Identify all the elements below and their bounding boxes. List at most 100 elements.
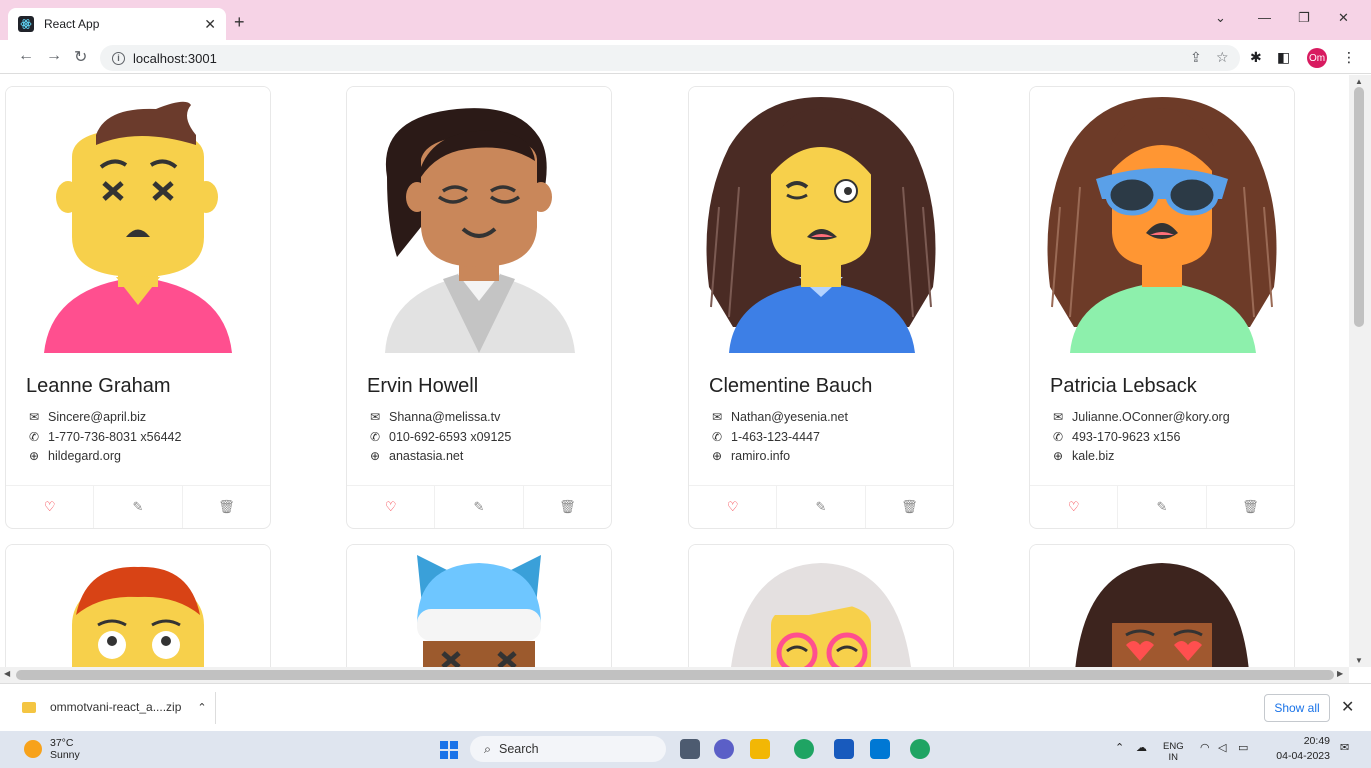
user-card: Clementine Bauch ✉ Nathan@yesenia.net ✆ 1-… xyxy=(688,86,954,529)
volume-icon[interactable]: ◁ xyxy=(1218,741,1226,754)
email-row: ✉ Sincere@april.biz xyxy=(26,410,146,424)
like-heart-icon[interactable]: ♡ xyxy=(1030,486,1117,528)
avatar-illustration xyxy=(347,87,611,362)
battery-icon[interactable]: ▭ xyxy=(1238,741,1248,754)
phone-icon: ✆ xyxy=(369,430,381,444)
new-tab-icon[interactable]: + xyxy=(234,12,245,33)
email-row: ✉ Nathan@yesenia.net xyxy=(709,410,848,424)
avatar-illustration xyxy=(1030,87,1294,362)
browser-toolbar: ← → ↻ i localhost:3001 ⇪ ☆ ✱ ◧ Om ⋮ xyxy=(0,40,1371,74)
scroll-up-icon[interactable]: ▲ xyxy=(1355,77,1363,86)
language-code: ENG xyxy=(1163,741,1184,752)
globe-icon: ⊕ xyxy=(28,449,40,463)
user-email: Shanna@melissa.tv xyxy=(389,410,501,424)
user-card xyxy=(1029,544,1295,667)
download-bar: ommotvani-react_a....zip ⌃ Show all ✕ xyxy=(0,683,1371,731)
h-scroll-thumb[interactable] xyxy=(16,670,1334,680)
react-favicon-icon xyxy=(18,16,34,32)
scroll-thumb[interactable] xyxy=(1354,87,1364,327)
like-heart-icon[interactable]: ♡ xyxy=(6,486,93,528)
file-explorer-icon[interactable] xyxy=(750,739,770,759)
phone-icon: ✆ xyxy=(28,430,40,444)
teams-chat-icon[interactable] xyxy=(714,739,734,759)
edit-pencil-icon[interactable]: ✎ xyxy=(776,486,864,528)
word-icon[interactable] xyxy=(834,739,854,759)
website-row: ⊕ anastasia.net xyxy=(367,449,463,463)
tray-chevron-up-icon[interactable]: ⌃ xyxy=(1115,741,1124,754)
edit-pencil-icon[interactable]: ✎ xyxy=(434,486,522,528)
menu-icon[interactable]: ⋮ xyxy=(1342,49,1356,66)
edit-pencil-icon[interactable]: ✎ xyxy=(93,486,181,528)
profile-avatar[interactable]: Om xyxy=(1307,48,1327,68)
download-item[interactable]: ommotvani-react_a....zip ⌃ xyxy=(22,700,207,714)
scroll-down-icon[interactable]: ▼ xyxy=(1355,656,1363,665)
user-phone: 1-463-123-4447 xyxy=(731,430,820,444)
chrome-profile-icon[interactable] xyxy=(910,739,930,759)
minimize-icon[interactable]: — xyxy=(1258,10,1271,25)
bookmark-star-icon[interactable]: ☆ xyxy=(1216,49,1229,66)
back-icon[interactable]: ← xyxy=(18,47,34,65)
user-phone: 010-692-6593 x09125 xyxy=(389,430,512,444)
search-label: Search xyxy=(499,742,539,756)
wifi-icon[interactable]: ◠ xyxy=(1200,741,1210,754)
window-close-icon[interactable]: ✕ xyxy=(1338,10,1349,26)
phone-row: ✆ 1-463-123-4447 xyxy=(709,430,820,444)
share-icon[interactable]: ⇪ xyxy=(1190,49,1202,66)
chevron-up-icon[interactable]: ⌃ xyxy=(197,701,206,714)
notifications-icon[interactable]: ✉ xyxy=(1340,741,1349,754)
language-indicator[interactable]: ENG IN xyxy=(1163,741,1184,763)
email-row: ✉ Shanna@melissa.tv xyxy=(367,410,500,424)
mail-icon: ✉ xyxy=(28,410,40,424)
chrome-icon[interactable] xyxy=(794,739,814,759)
user-name: Leanne Graham xyxy=(26,375,171,397)
extensions-icon[interactable]: ✱ xyxy=(1250,49,1262,66)
weather-widget[interactable]: 37°C Sunny xyxy=(24,737,80,761)
task-view-icon[interactable] xyxy=(680,739,700,759)
forward-icon[interactable]: → xyxy=(46,47,62,65)
user-card xyxy=(5,544,271,667)
divider xyxy=(215,692,216,724)
user-card: Ervin Howell ✉ Shanna@melissa.tv ✆ 010-692… xyxy=(346,86,612,529)
like-heart-icon[interactable]: ♡ xyxy=(689,486,776,528)
show-all-button[interactable]: Show all xyxy=(1264,694,1330,722)
site-info-icon[interactable]: i xyxy=(112,51,125,65)
browser-tab[interactable]: React App ✕ xyxy=(8,8,226,40)
user-card xyxy=(688,544,954,667)
user-email: Nathan@yesenia.net xyxy=(731,410,848,424)
mail-icon: ✉ xyxy=(369,410,381,424)
website-row: ⊕ kale.biz xyxy=(1050,449,1114,463)
email-row: ✉ Julianne.OConner@kory.org xyxy=(1050,410,1230,424)
avatar-illustration xyxy=(1030,545,1294,667)
system-clock[interactable]: 20:49 04-04-2023 xyxy=(1274,734,1330,764)
horizontal-scrollbar[interactable]: ◀ ▶ xyxy=(0,667,1349,683)
close-download-bar-icon[interactable]: ✕ xyxy=(1341,697,1354,717)
side-panel-icon[interactable]: ◧ xyxy=(1277,49,1290,66)
avatar-illustration xyxy=(6,545,270,667)
like-heart-icon[interactable]: ♡ xyxy=(347,486,434,528)
restore-icon[interactable]: ❐ xyxy=(1298,10,1310,26)
phone-row: ✆ 493-170-9623 x156 xyxy=(1050,430,1180,444)
windows-start-icon[interactable] xyxy=(440,741,458,759)
weather-text: Sunny xyxy=(50,749,80,761)
user-website: kale.biz xyxy=(1072,449,1115,463)
delete-trash-icon[interactable]: 🗑 xyxy=(864,486,953,528)
delete-trash-icon[interactable]: 🗑 xyxy=(1205,486,1294,528)
vertical-scrollbar[interactable]: ▲ ▼ xyxy=(1349,75,1371,667)
reload-icon[interactable]: ↻ xyxy=(74,47,87,67)
avatar-illustration xyxy=(689,87,953,362)
mail-icon: ✉ xyxy=(1052,410,1064,424)
taskbar-search[interactable]: ⌕ Search xyxy=(470,736,666,762)
tab-search-icon[interactable]: ⌄ xyxy=(1215,10,1226,26)
scroll-right-icon[interactable]: ▶ xyxy=(1337,669,1343,678)
user-website: ramiro.info xyxy=(731,449,791,463)
edit-pencil-icon[interactable]: ✎ xyxy=(1117,486,1205,528)
user-website: hildegard.org xyxy=(48,449,121,463)
delete-trash-icon[interactable]: 🗑 xyxy=(181,486,270,528)
vscode-icon[interactable] xyxy=(870,739,890,759)
onedrive-icon[interactable]: ☁ xyxy=(1136,741,1147,754)
delete-trash-icon[interactable]: 🗑 xyxy=(522,486,611,528)
scroll-left-icon[interactable]: ◀ xyxy=(4,669,10,678)
tab-close-icon[interactable]: ✕ xyxy=(204,16,216,33)
address-bar[interactable]: i localhost:3001 xyxy=(100,45,1240,71)
taskbar: 37°C Sunny ⌕ Search ⌃ ☁ ENG IN ◠ ◁ ▭ 20:… xyxy=(0,731,1371,768)
